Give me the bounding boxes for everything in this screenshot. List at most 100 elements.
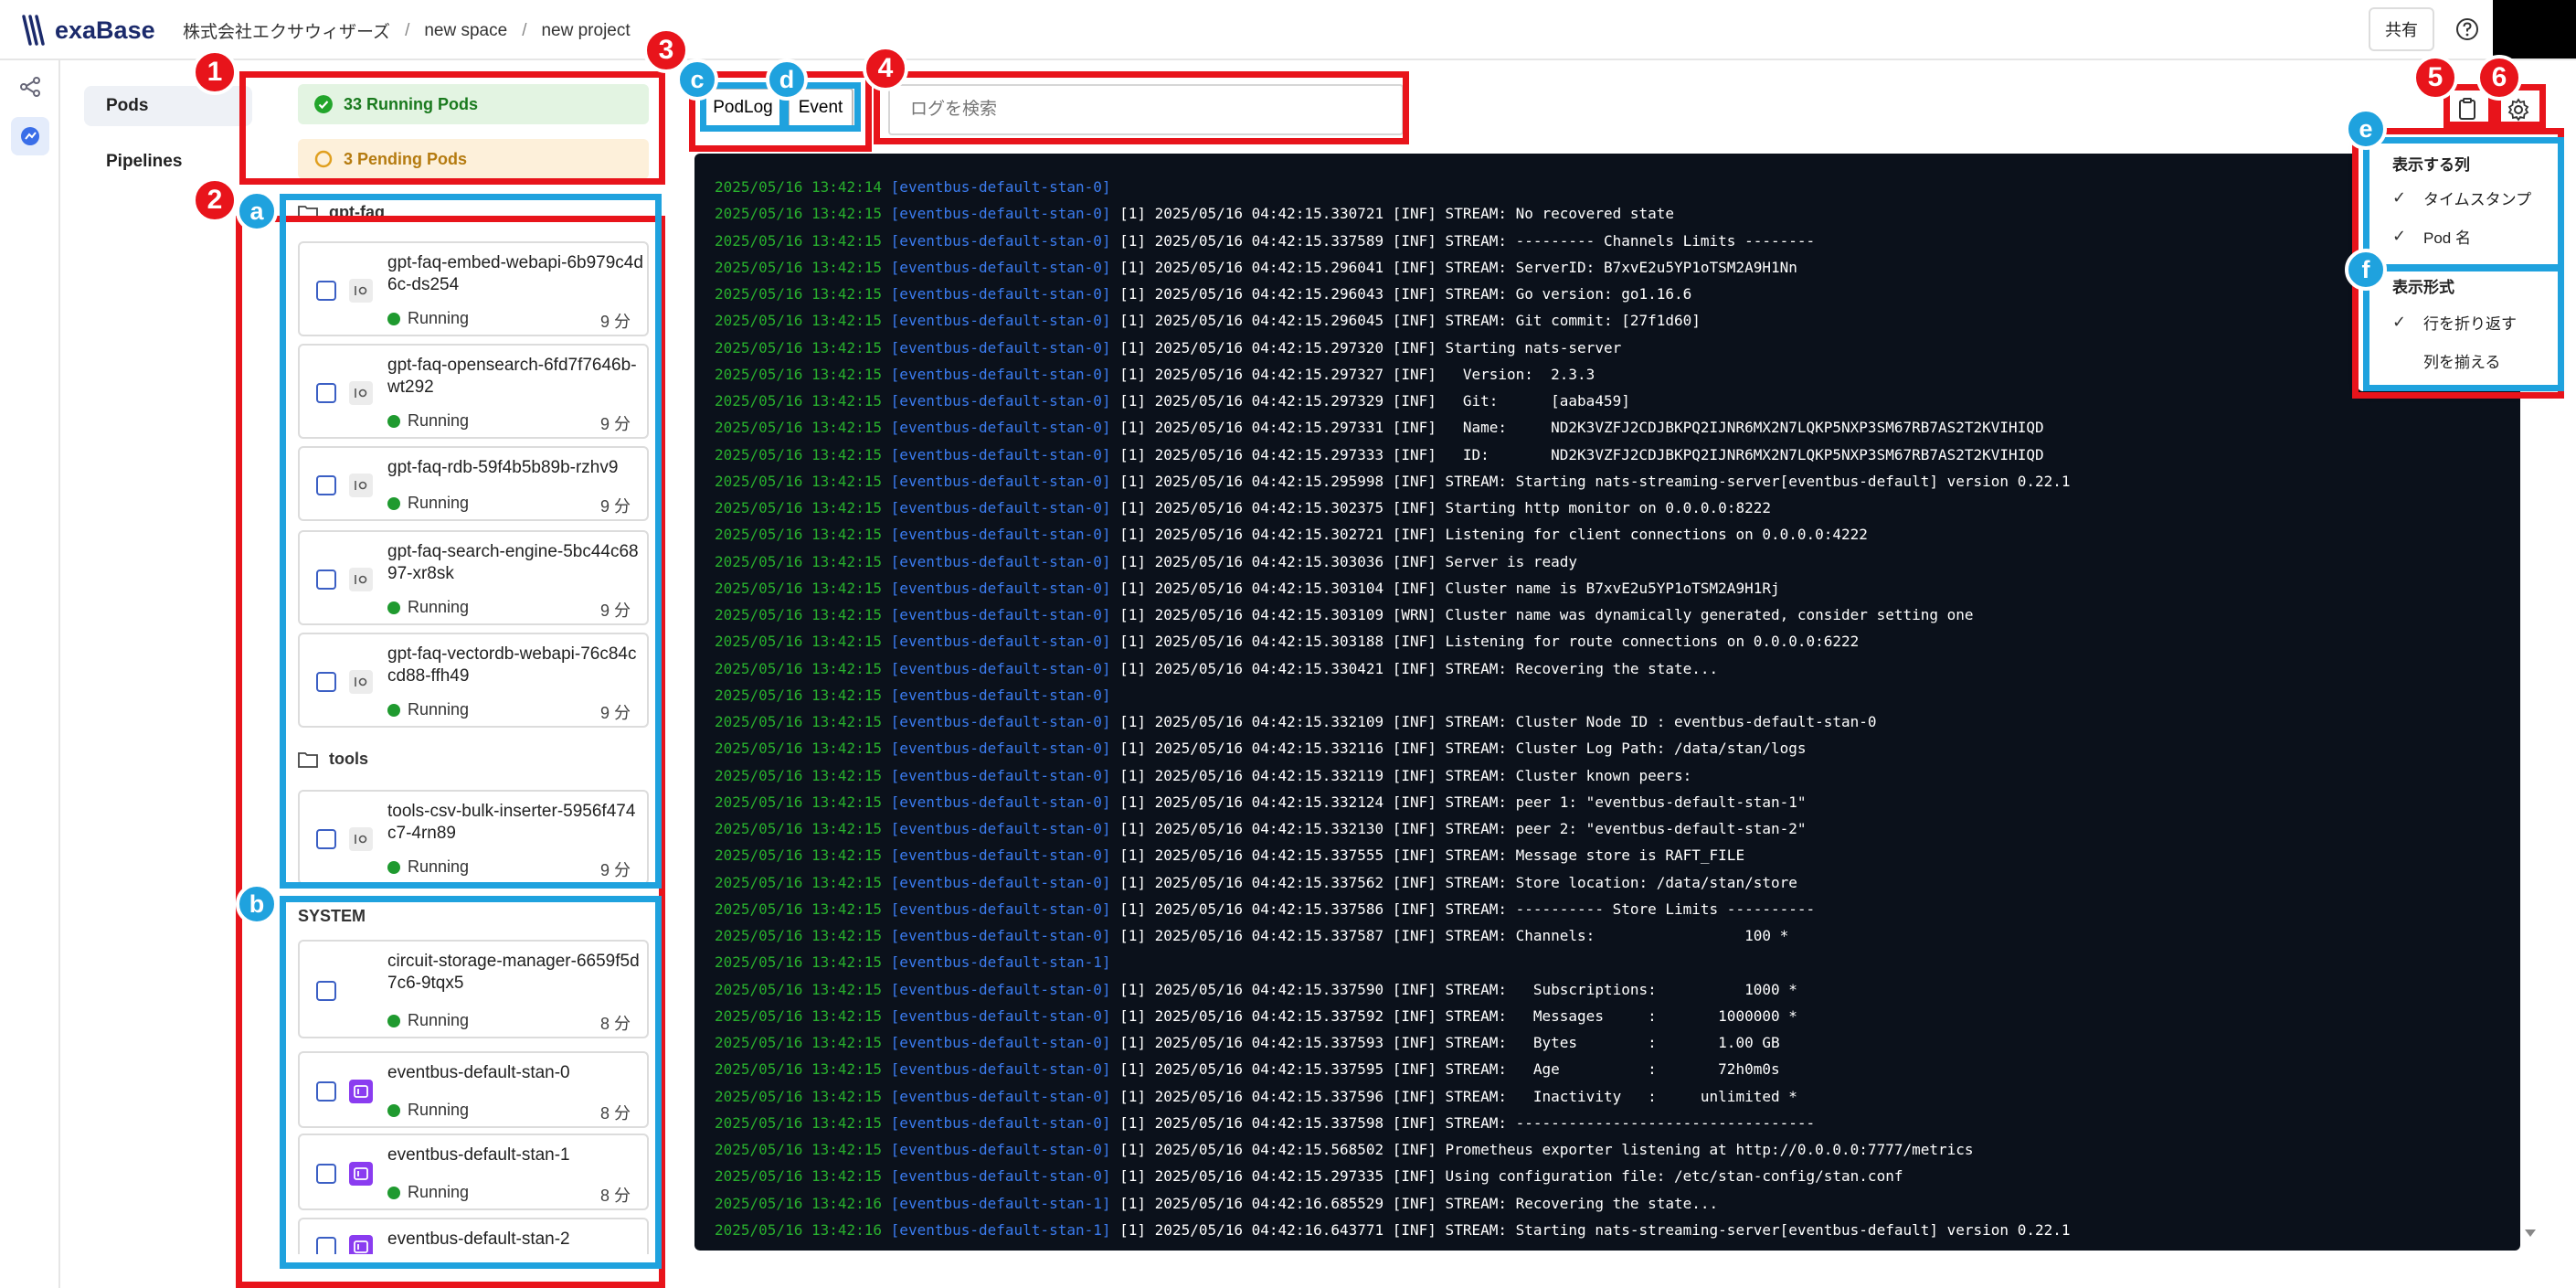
icon-rail — [0, 60, 60, 1288]
nav-pods[interactable]: Pods — [84, 86, 252, 126]
log-message: [1] 2025/05/16 04:42:16.643771 [INF] STR… — [1119, 1220, 2071, 1239]
log-pod-name: [eventbus-default-stan-0] — [890, 472, 1111, 490]
log-line: 2025/05/16 13:42:15 [eventbus-default-st… — [715, 949, 2520, 975]
log-timestamp: 2025/05/16 13:42:15 — [715, 419, 883, 437]
log-line: 2025/05/16 13:42:15 [eventbus-default-st… — [715, 307, 2520, 334]
log-timestamp: 2025/05/16 13:42:15 — [715, 686, 883, 704]
log-line: 2025/05/16 13:42:15 [eventbus-default-st… — [715, 442, 2520, 468]
log-timestamp: 2025/05/16 13:42:15 — [715, 1087, 883, 1105]
log-pod-name: [eventbus-default-stan-0] — [890, 1060, 1111, 1079]
log-pod-name: [eventbus-default-stan-0] — [890, 980, 1111, 998]
log-pod-name: [eventbus-default-stan-0] — [890, 1034, 1111, 1051]
log-line: 2025/05/16 13:42:15 [eventbus-default-st… — [715, 281, 2520, 307]
log-timestamp: 2025/05/16 13:42:15 — [715, 1113, 883, 1132]
log-pod-name: [eventbus-default-stan-0] — [890, 793, 1111, 811]
log-pod-name: [eventbus-default-stan-0] — [890, 445, 1111, 463]
nav-pipelines[interactable]: Pipelines — [84, 142, 252, 182]
log-pod-name: [eventbus-default-stan-0] — [890, 927, 1111, 944]
annotation-marker: 2 — [192, 177, 238, 223]
log-pod-name: [eventbus-default-stan-1] — [890, 1220, 1111, 1239]
log-line: 2025/05/16 13:42:15 [eventbus-default-st… — [715, 815, 2520, 842]
log-timestamp: 2025/05/16 13:42:14 — [715, 178, 883, 196]
share-button[interactable]: 共有 — [2369, 7, 2434, 51]
log-timestamp: 2025/05/16 13:42:15 — [715, 1034, 883, 1051]
graph-icon[interactable] — [18, 75, 42, 99]
app-logo[interactable]: exaBase — [22, 13, 155, 48]
log-message: [1] 2025/05/16 04:42:15.332130 [INF] STR… — [1119, 820, 1807, 837]
log-line: 2025/05/16 13:42:15 [eventbus-default-st… — [715, 254, 2520, 281]
breadcrumb-org[interactable]: 株式会社エクサウィザーズ — [183, 18, 390, 43]
breadcrumb-project[interactable]: new project — [541, 21, 630, 41]
log-pod-name: [eventbus-default-stan-0] — [890, 1167, 1111, 1186]
log-line: 2025/05/16 13:42:15 [eventbus-default-st… — [715, 1136, 2520, 1163]
log-timestamp: 2025/05/16 13:42:15 — [715, 392, 883, 410]
log-timestamp: 2025/05/16 13:42:15 — [715, 899, 883, 918]
log-line: 2025/05/16 13:42:15 [eventbus-default-st… — [715, 1163, 2520, 1189]
log-pod-name: [eventbus-default-stan-0] — [890, 1113, 1111, 1132]
log-pod-name: [eventbus-default-stan-0] — [890, 552, 1111, 570]
annotation-marker: 6 — [2476, 55, 2522, 101]
log-timestamp: 2025/05/16 13:42:15 — [715, 552, 883, 570]
log-message: [1] 2025/05/16 04:42:15.297320 [INF] Sta… — [1119, 338, 1622, 357]
log-message: [1] 2025/05/16 04:42:15.303109 [WRN] Clu… — [1119, 606, 1974, 623]
log-line: 2025/05/16 13:42:15 [eventbus-default-st… — [715, 682, 2520, 708]
log-message: [1] 2025/05/16 04:42:15.337593 [INF] STR… — [1119, 1034, 1780, 1051]
log-timestamp: 2025/05/16 13:42:15 — [715, 579, 883, 597]
log-timestamp: 2025/05/16 13:42:15 — [715, 445, 883, 463]
log-line: 2025/05/16 13:42:15 [eventbus-default-st… — [715, 976, 2520, 1003]
log-line: 2025/05/16 13:42:15 [eventbus-default-st… — [715, 1110, 2520, 1136]
log-message: [1] 2025/05/16 04:42:15.337587 [INF] STR… — [1119, 927, 1789, 944]
log-timestamp: 2025/05/16 13:42:15 — [715, 927, 883, 944]
user-avatar[interactable] — [2493, 0, 2576, 59]
annotation-box-4 — [874, 71, 1409, 144]
log-line: 2025/05/16 13:42:15 [eventbus-default-st… — [715, 1029, 2520, 1056]
log-message: [1] 2025/05/16 04:42:15.297331 [INF] Nam… — [1119, 419, 2044, 437]
log-pod-name: [eventbus-default-stan-0] — [890, 526, 1111, 544]
log-pod-name: [eventbus-default-stan-0] — [890, 740, 1111, 758]
log-message: [1] 2025/05/16 04:42:15.297333 [INF] ID:… — [1119, 445, 2044, 463]
scroll-down-icon[interactable] — [2524, 1227, 2537, 1240]
log-line: 2025/05/16 13:42:15 [eventbus-default-st… — [715, 575, 2520, 601]
log-pod-name: [eventbus-default-stan-0] — [890, 873, 1111, 891]
annotation-box-f — [2363, 265, 2564, 391]
annotation-marker: 5 — [2412, 55, 2458, 101]
help-icon[interactable] — [2454, 16, 2480, 42]
exabase-logo-icon — [22, 15, 45, 46]
log-timestamp: 2025/05/16 13:42:15 — [715, 1006, 883, 1025]
log-line: 2025/05/16 13:42:15 [eventbus-default-st… — [715, 228, 2520, 254]
log-message: [1] 2025/05/16 04:42:15.332124 [INF] STR… — [1119, 793, 1807, 811]
log-timestamp: 2025/05/16 13:42:15 — [715, 258, 883, 276]
annotation-marker: b — [236, 883, 278, 925]
log-timestamp: 2025/05/16 13:42:15 — [715, 1167, 883, 1186]
log-pod-name: [eventbus-default-stan-0] — [890, 392, 1111, 410]
log-timestamp: 2025/05/16 13:42:15 — [715, 820, 883, 837]
log-pod-name: [eventbus-default-stan-0] — [890, 258, 1111, 276]
log-pod-name: [eventbus-default-stan-1] — [890, 953, 1111, 972]
breadcrumb-space[interactable]: new space — [424, 21, 507, 41]
breadcrumb-separator: / — [522, 20, 527, 40]
log-timestamp: 2025/05/16 13:42:15 — [715, 633, 883, 651]
log-pod-name: [eventbus-default-stan-0] — [890, 1006, 1111, 1025]
log-line: 2025/05/16 13:42:15 [eventbus-default-st… — [715, 1003, 2520, 1029]
log-message: [1] 2025/05/16 04:42:15.330721 [INF] STR… — [1119, 205, 1675, 223]
log-pod-name: [eventbus-default-stan-0] — [890, 285, 1111, 303]
annotation-box-a — [280, 194, 662, 889]
log-message: [1] 2025/05/16 04:42:15.297329 [INF] Git… — [1119, 392, 1630, 410]
log-pod-name: [eventbus-default-stan-0] — [890, 499, 1111, 516]
log-line: 2025/05/16 13:42:15 [eventbus-default-st… — [715, 548, 2520, 575]
pods-rail-button[interactable] — [11, 117, 49, 155]
log-message: [1] 2025/05/16 04:42:15.337595 [INF] STR… — [1119, 1060, 1780, 1079]
annotation-marker: 4 — [863, 46, 908, 91]
log-timestamp: 2025/05/16 13:42:15 — [715, 846, 883, 865]
app-logo-text: exaBase — [55, 16, 155, 44]
log-line: 2025/05/16 13:42:16 [eventbus-default-st… — [715, 1217, 2520, 1243]
log-message: [1] 2025/05/16 04:42:15.337596 [INF] STR… — [1119, 1087, 1797, 1105]
log-line: 2025/05/16 13:42:15 [eventbus-default-st… — [715, 335, 2520, 361]
log-message: [1] 2025/05/16 04:42:15.296043 [INF] STR… — [1119, 285, 1692, 303]
log-viewer[interactable]: 2025/05/16 13:42:14 [eventbus-default-st… — [694, 154, 2520, 1251]
log-timestamp: 2025/05/16 13:42:15 — [715, 766, 883, 784]
log-line: 2025/05/16 13:42:15 [eventbus-default-st… — [715, 735, 2520, 761]
log-line: 2025/05/16 13:42:15 [eventbus-default-st… — [715, 1056, 2520, 1082]
log-timestamp: 2025/05/16 13:42:15 — [715, 873, 883, 891]
log-message: [1] 2025/05/16 04:42:15.302721 [INF] Lis… — [1119, 526, 1868, 544]
